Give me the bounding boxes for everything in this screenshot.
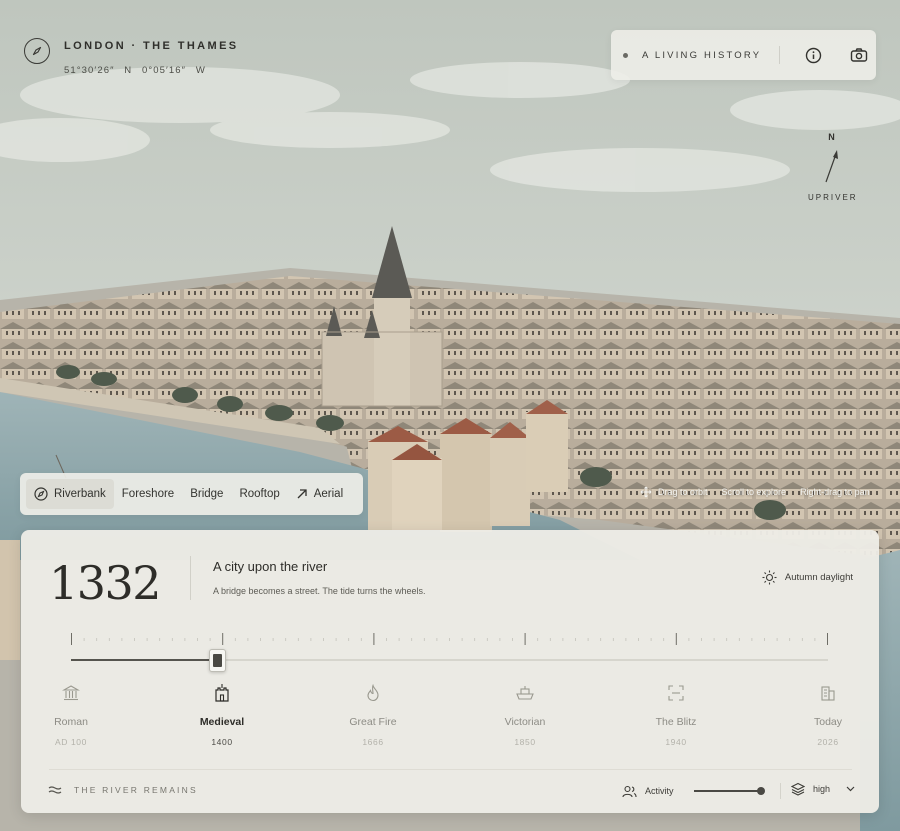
top-toolbar: A LIVING HISTORY: [611, 30, 876, 80]
river-remains-label: THE RIVER REMAINS: [74, 785, 198, 795]
sun-icon: [762, 570, 777, 585]
timeline-ticks: [71, 633, 828, 645]
tab-rooftop-label: Rooftop: [239, 488, 280, 500]
hint-orbit-label: Drag to orbit: [658, 487, 708, 497]
tab-aerial[interactable]: Aerial: [288, 479, 351, 509]
info-icon: [805, 47, 822, 63]
era-today[interactable]: Today 2026: [778, 682, 878, 747]
era-medieval[interactable]: Medieval 1400: [172, 682, 272, 747]
tab-aerial-label: Aerial: [313, 488, 344, 500]
hint-scroll: Scroll to explore: [722, 486, 787, 498]
layers-icon: [791, 782, 805, 796]
era-name: Roman: [54, 716, 88, 728]
navigation-hints: Drag to orbit Scroll to explore Right-dr…: [640, 486, 870, 498]
timeline-handle[interactable]: [209, 649, 226, 672]
lighting-label: Autumn daylight: [784, 572, 853, 583]
north-label: N: [828, 132, 836, 142]
timeline-progress: [71, 659, 219, 661]
footer-separator: [779, 783, 781, 799]
era-name: Today: [813, 716, 843, 728]
tab-riverbank-label: Riverbank: [54, 488, 106, 500]
tab-foreshore[interactable]: Foreshore: [114, 479, 182, 509]
quality-value: high: [813, 784, 831, 794]
footer-divider: [49, 769, 852, 770]
upriver-label: UPRIVER: [808, 193, 858, 202]
move-icon: [640, 486, 652, 498]
hint-orbit: Drag to orbit: [640, 486, 708, 498]
era-year: 1400: [211, 737, 233, 747]
era-title: A city upon the river: [213, 559, 328, 574]
timeline-panel: 1332 A city upon the river A bridge beco…: [21, 530, 879, 813]
activity-control: Activity: [622, 783, 781, 799]
river-remains: THE RIVER REMAINS: [48, 785, 198, 795]
quality-select[interactable]: high: [791, 782, 855, 796]
coordinates: 51°30′26″ N 0°05′16″ W: [64, 65, 206, 76]
buildings-icon: [821, 686, 835, 701]
era-year: AD 100: [55, 737, 87, 747]
view-tabs: Riverbank Foreshore Bridge Rooftop Aeria…: [20, 473, 363, 515]
era-markers: Roman AD 100 Medieval 1400 Great Fire 16…: [21, 682, 879, 752]
era-roman[interactable]: Roman AD 100: [21, 682, 121, 747]
era-name: Great Fire: [349, 716, 397, 728]
status-dot: [623, 52, 628, 58]
scan-icon: [668, 685, 684, 701]
hint-scroll-label: Scroll to explore: [721, 487, 787, 497]
era-subtitle: A bridge becomes a street. The tide turn…: [213, 586, 426, 596]
lighting-toggle[interactable]: Autumn daylight: [762, 570, 853, 585]
camera-button[interactable]: [848, 44, 870, 66]
flame-icon: [367, 684, 379, 702]
era-year: 1940: [665, 737, 687, 747]
era-year: 1666: [362, 737, 384, 747]
users-icon: [622, 785, 637, 797]
brand: LONDON · THE THAMES 51°30′26″ N 0°05′16″…: [24, 38, 239, 76]
tab-bridge-label: Bridge: [190, 488, 224, 500]
activity-slider[interactable]: [693, 787, 765, 795]
temple-icon: [62, 685, 80, 701]
castle-icon: [215, 684, 229, 702]
header-divider: [190, 556, 191, 600]
tab-foreshore-label: Foreshore: [121, 488, 175, 500]
era-blitz[interactable]: The Blitz 1940: [626, 682, 726, 747]
era-victorian[interactable]: Victorian 1850: [475, 682, 575, 747]
hint-pan: Right-drag to pan: [800, 486, 870, 498]
era-great-fire[interactable]: Great Fire 1666: [323, 682, 423, 747]
tab-riverbank[interactable]: Riverbank: [26, 479, 114, 509]
orientation-indicator: N UPRIVER: [808, 132, 856, 202]
north-arrow-icon: [825, 150, 838, 183]
arrow-up-right-icon: [297, 489, 307, 499]
chevron-down-icon: [846, 786, 855, 792]
era-name: Victorian: [504, 716, 546, 728]
tab-rooftop[interactable]: Rooftop: [231, 479, 287, 509]
compass-icon: [34, 487, 48, 501]
era-year: 1850: [514, 737, 536, 747]
era-name: The Blitz: [655, 716, 697, 728]
steamship-icon: [516, 686, 534, 700]
tab-bridge[interactable]: Bridge: [182, 479, 231, 509]
info-button[interactable]: [802, 44, 824, 66]
living-history-label: A LIVING HISTORY: [642, 49, 762, 61]
compass-icon: [24, 38, 50, 64]
toolbar-divider: [779, 46, 781, 64]
location-title: LONDON · THE THAMES: [64, 40, 239, 52]
activity-label: Activity: [645, 786, 674, 796]
hint-pan-label: Right-drag to pan: [800, 487, 870, 497]
era-name: Medieval: [199, 716, 245, 728]
current-year: 1332: [49, 556, 162, 610]
waves-icon: [48, 786, 62, 794]
era-year: 2026: [817, 737, 839, 747]
camera-icon: [851, 48, 868, 62]
activity-slider-knob[interactable]: [756, 787, 765, 795]
